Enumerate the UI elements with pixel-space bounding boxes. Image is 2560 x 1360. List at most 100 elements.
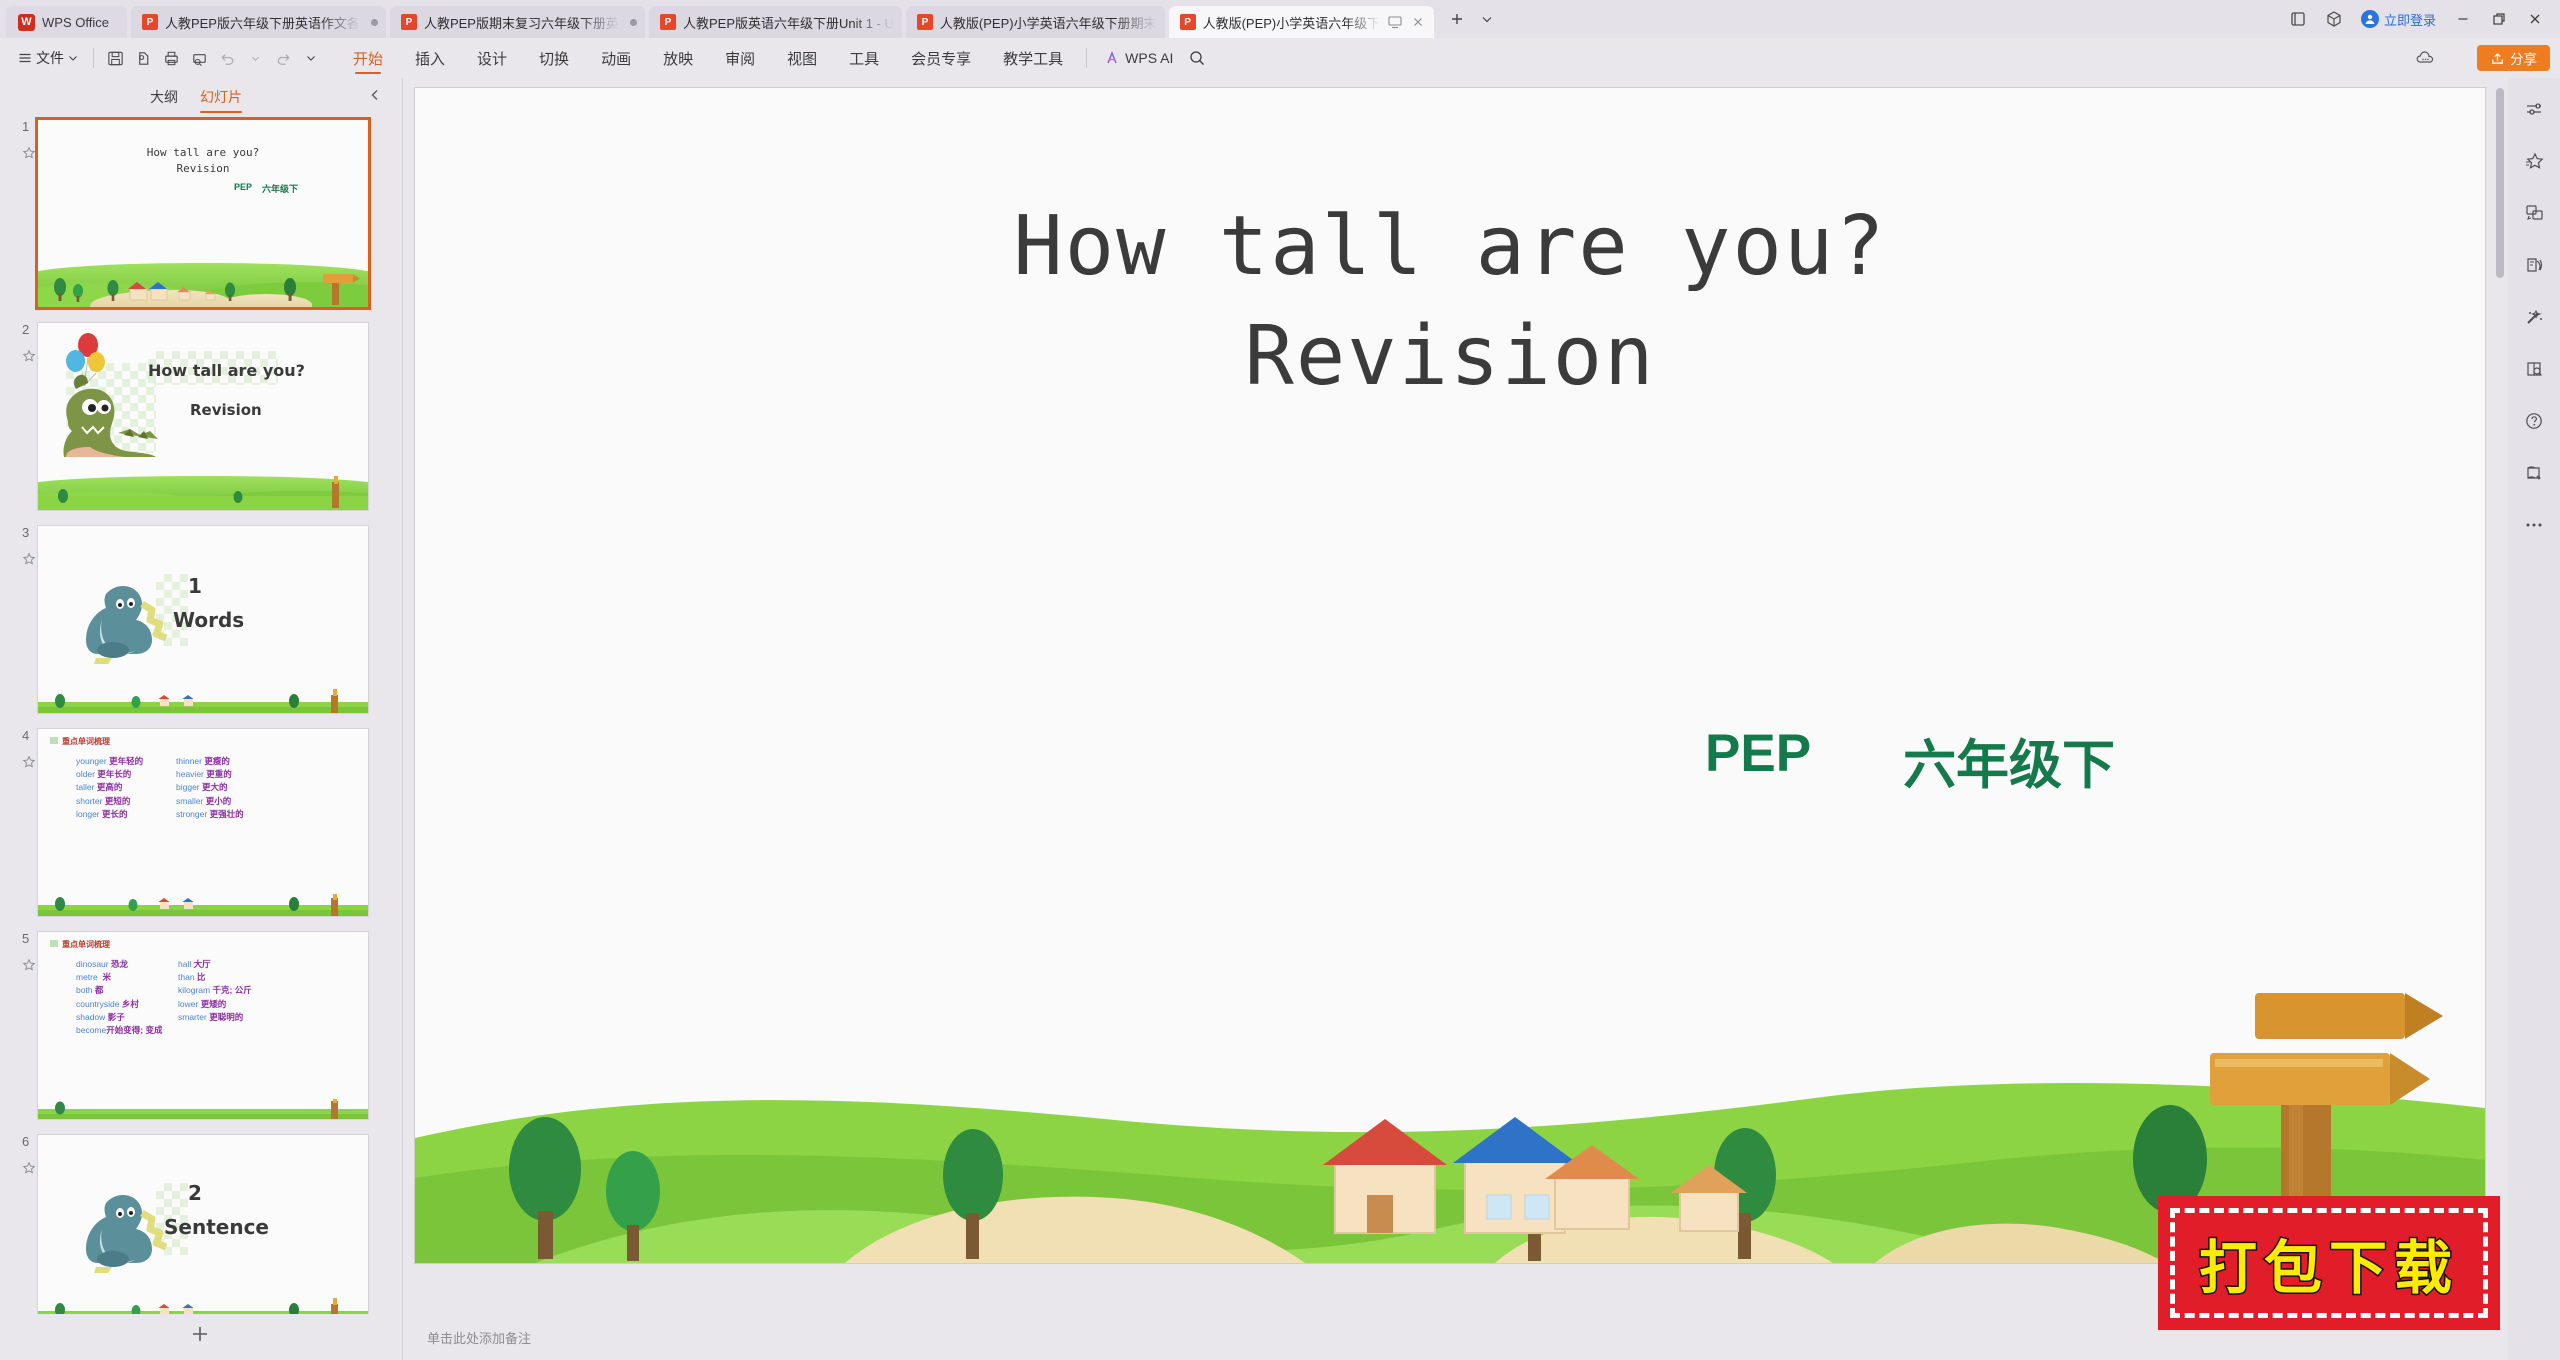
add-slide-button[interactable] <box>0 1314 400 1360</box>
restore-window-icon[interactable] <box>2281 4 2315 34</box>
favorite-icon[interactable] <box>22 349 38 366</box>
minimize-button[interactable] <box>2446 4 2480 34</box>
slide-title-line2[interactable]: Revision <box>415 303 2485 411</box>
landscape-scene <box>38 689 368 713</box>
panel-tab-slides[interactable]: 幻灯片 <box>200 78 242 116</box>
close-tab-icon[interactable] <box>1410 14 1426 30</box>
preview-search-icon[interactable] <box>2519 356 2549 382</box>
slide-thumbnail-4[interactable]: 重点单词梳理 younger 更年轻的 older 更年长的 taller 更高… <box>38 729 368 916</box>
cube-icon[interactable] <box>2317 4 2351 34</box>
ribbon-tab-home[interactable]: 开始 <box>337 38 399 78</box>
canvas-vertical-scrollbar[interactable] <box>2496 88 2504 1263</box>
maximize-button[interactable] <box>2482 4 2516 34</box>
properties-icon[interactable] <box>2519 96 2549 122</box>
ribbon-tab-design[interactable]: 设计 <box>461 38 523 78</box>
document-tab-5-active[interactable]: P 人教版(PEP)小学英语六年级下 <box>1168 6 1435 38</box>
avatar-icon <box>2360 10 2379 28</box>
title-bar-controls: 立即登录 <box>2281 0 2552 38</box>
mini-slide-content: How tall are you? Revision PEP 六年级下 <box>38 120 368 307</box>
search-icon[interactable] <box>1183 45 1211 71</box>
new-tab-button[interactable] <box>1444 7 1470 31</box>
slide-canvas-area[interactable]: How tall are you? Revision PEP 六年级下 <box>405 78 2508 1314</box>
resource-icon[interactable] <box>2519 460 2549 486</box>
print-icon[interactable] <box>157 45 185 71</box>
document-tab-4[interactable]: P 人教版(PEP)小学英语六年级下册期末 <box>905 6 1165 38</box>
favorite-icon[interactable] <box>22 146 38 163</box>
ribbon-tab-slideshow[interactable]: 放映 <box>647 38 709 78</box>
watermark-stamp: 打包下载 <box>2164 1202 2494 1324</box>
slide-thumbnail-6[interactable]: 2 Sentence <box>38 1135 368 1314</box>
print-preview-icon[interactable] <box>129 45 157 71</box>
present-on-monitor-icon[interactable] <box>1387 14 1403 30</box>
slide-pep-block[interactable]: PEP 六年级下 <box>1705 723 2115 799</box>
ribbon-tab-teaching-tools[interactable]: 教学工具 <box>987 38 1079 78</box>
slide-thumbnail-2[interactable]: How tall are you? Revision <box>38 323 368 510</box>
slide-thumbnail-3[interactable]: 1 Words <box>38 526 368 713</box>
document-tab-2[interactable]: P 人教PEP版期末复习六年级下册英 <box>389 6 645 38</box>
share-button[interactable]: 分享 <box>2477 45 2550 71</box>
save-icon[interactable] <box>101 45 129 71</box>
ribbon-tab-member[interactable]: 会员专享 <box>895 38 987 78</box>
favorite-icon[interactable] <box>2519 148 2549 174</box>
wps-home-button[interactable]: W WPS Office <box>6 6 127 38</box>
slide-thumbnail-item[interactable]: 4 重点单词梳理 younger 更年轻的 older 更年长的 taller … <box>0 729 400 916</box>
picture-effect-icon[interactable] <box>2519 252 2549 278</box>
slide-thumbnail-item[interactable]: 1 How tall are you? Revision PEP 六年级下 <box>0 120 400 307</box>
current-slide[interactable]: How tall are you? Revision PEP 六年级下 <box>415 88 2485 1263</box>
mini-title-line2: Revision <box>176 162 230 175</box>
ribbon-tab-review[interactable]: 审阅 <box>709 38 771 78</box>
slide-thumbnail-item[interactable]: 2 How tall are you? Revision <box>0 323 400 510</box>
mini-slide-content: 重点单词梳理 dinosaur 恐龙 metre 米 both 都 countr… <box>38 932 368 1119</box>
powerpoint-icon: P <box>400 14 417 30</box>
favorite-icon[interactable] <box>22 958 38 975</box>
main-work-area: 大纲 幻灯片 1 How tall are you? Revision PEP … <box>0 78 2560 1360</box>
document-tab-label: 人教版(PEP)小学英语六年级下 <box>1202 15 1381 31</box>
ribbon-tab-view[interactable]: 视图 <box>771 38 833 78</box>
ribbon-bar: 文件 开始 插入 设计 切换 动画 放映 审阅 视图 工具 会员专享 教学工具 <box>0 38 2560 78</box>
scrollbar-thumb[interactable] <box>2496 88 2504 278</box>
slide-title-line1[interactable]: How tall are you? <box>415 193 2485 301</box>
slide-thumbnail-item[interactable]: 6 2 Sentence <box>0 1135 400 1314</box>
duplicate-shape-icon[interactable] <box>2519 200 2549 226</box>
login-label: 立即登录 <box>2383 12 2436 28</box>
undo-icon[interactable] <box>213 45 241 71</box>
panel-tab-outline[interactable]: 大纲 <box>150 78 178 116</box>
mini-vocab-heading: 重点单词梳理 <box>62 940 110 949</box>
chevron-left-icon[interactable] <box>368 88 382 106</box>
slide-editor: How tall are you? Revision PEP 六年级下 单击此处… <box>405 78 2508 1360</box>
powerpoint-icon: P <box>1179 14 1196 30</box>
magic-wand-icon[interactable] <box>2519 304 2549 330</box>
document-tab-3[interactable]: P 人教PEP版英语六年级下册Unit 1 - U <box>648 6 902 38</box>
undo-dropdown-icon[interactable] <box>241 45 269 71</box>
slide-thumbnail-1[interactable]: How tall are you? Revision PEP 六年级下 <box>38 120 368 307</box>
login-button[interactable]: 立即登录 <box>2353 4 2444 34</box>
document-tab-1[interactable]: P 人教PEP版六年级下册英语作文各 <box>130 6 386 38</box>
tab-list-dropdown-button[interactable] <box>1474 7 1500 31</box>
slide-grade-label: 六年级下 <box>1903 736 2116 795</box>
slide-thumbnail-5[interactable]: 重点单词梳理 dinosaur 恐龙 metre 米 both 都 countr… <box>38 932 368 1119</box>
more-icon[interactable] <box>2519 512 2549 538</box>
redo-icon[interactable] <box>269 45 297 71</box>
wps-ai-button[interactable]: WPS AI <box>1094 50 1183 66</box>
slide-thumbnail-list[interactable]: 1 How tall are you? Revision PEP 六年级下 2 … <box>0 116 400 1314</box>
find-print-icon[interactable] <box>185 45 213 71</box>
favorite-icon[interactable] <box>22 552 38 569</box>
favorite-icon[interactable] <box>22 1161 38 1178</box>
help-icon[interactable] <box>2519 408 2549 434</box>
scene-objects <box>38 476 368 510</box>
ribbon-tab-tools[interactable]: 工具 <box>833 38 895 78</box>
mini-slide-content: How tall are you? Revision <box>38 323 368 510</box>
slide-thumbnail-item[interactable]: 3 1 Words <box>0 526 400 713</box>
thumbnail-gutter: 5 <box>0 932 38 1119</box>
customize-qat-icon[interactable] <box>297 45 325 71</box>
close-window-button[interactable] <box>2518 4 2552 34</box>
ribbon-tab-transitions[interactable]: 切换 <box>523 38 585 78</box>
favorite-icon[interactable] <box>22 755 38 772</box>
ribbon-tab-insert[interactable]: 插入 <box>399 38 461 78</box>
ribbon-tab-animations[interactable]: 动画 <box>585 38 647 78</box>
slide-navigation-panel: 大纲 幻灯片 1 How tall are you? Revision PEP … <box>0 78 400 1360</box>
cloud-icon[interactable] <box>2415 50 2435 69</box>
divider <box>93 48 94 68</box>
file-menu-button[interactable]: 文件 <box>10 44 86 72</box>
slide-thumbnail-item[interactable]: 5 重点单词梳理 dinosaur 恐龙 metre 米 both 都 coun… <box>0 932 400 1119</box>
